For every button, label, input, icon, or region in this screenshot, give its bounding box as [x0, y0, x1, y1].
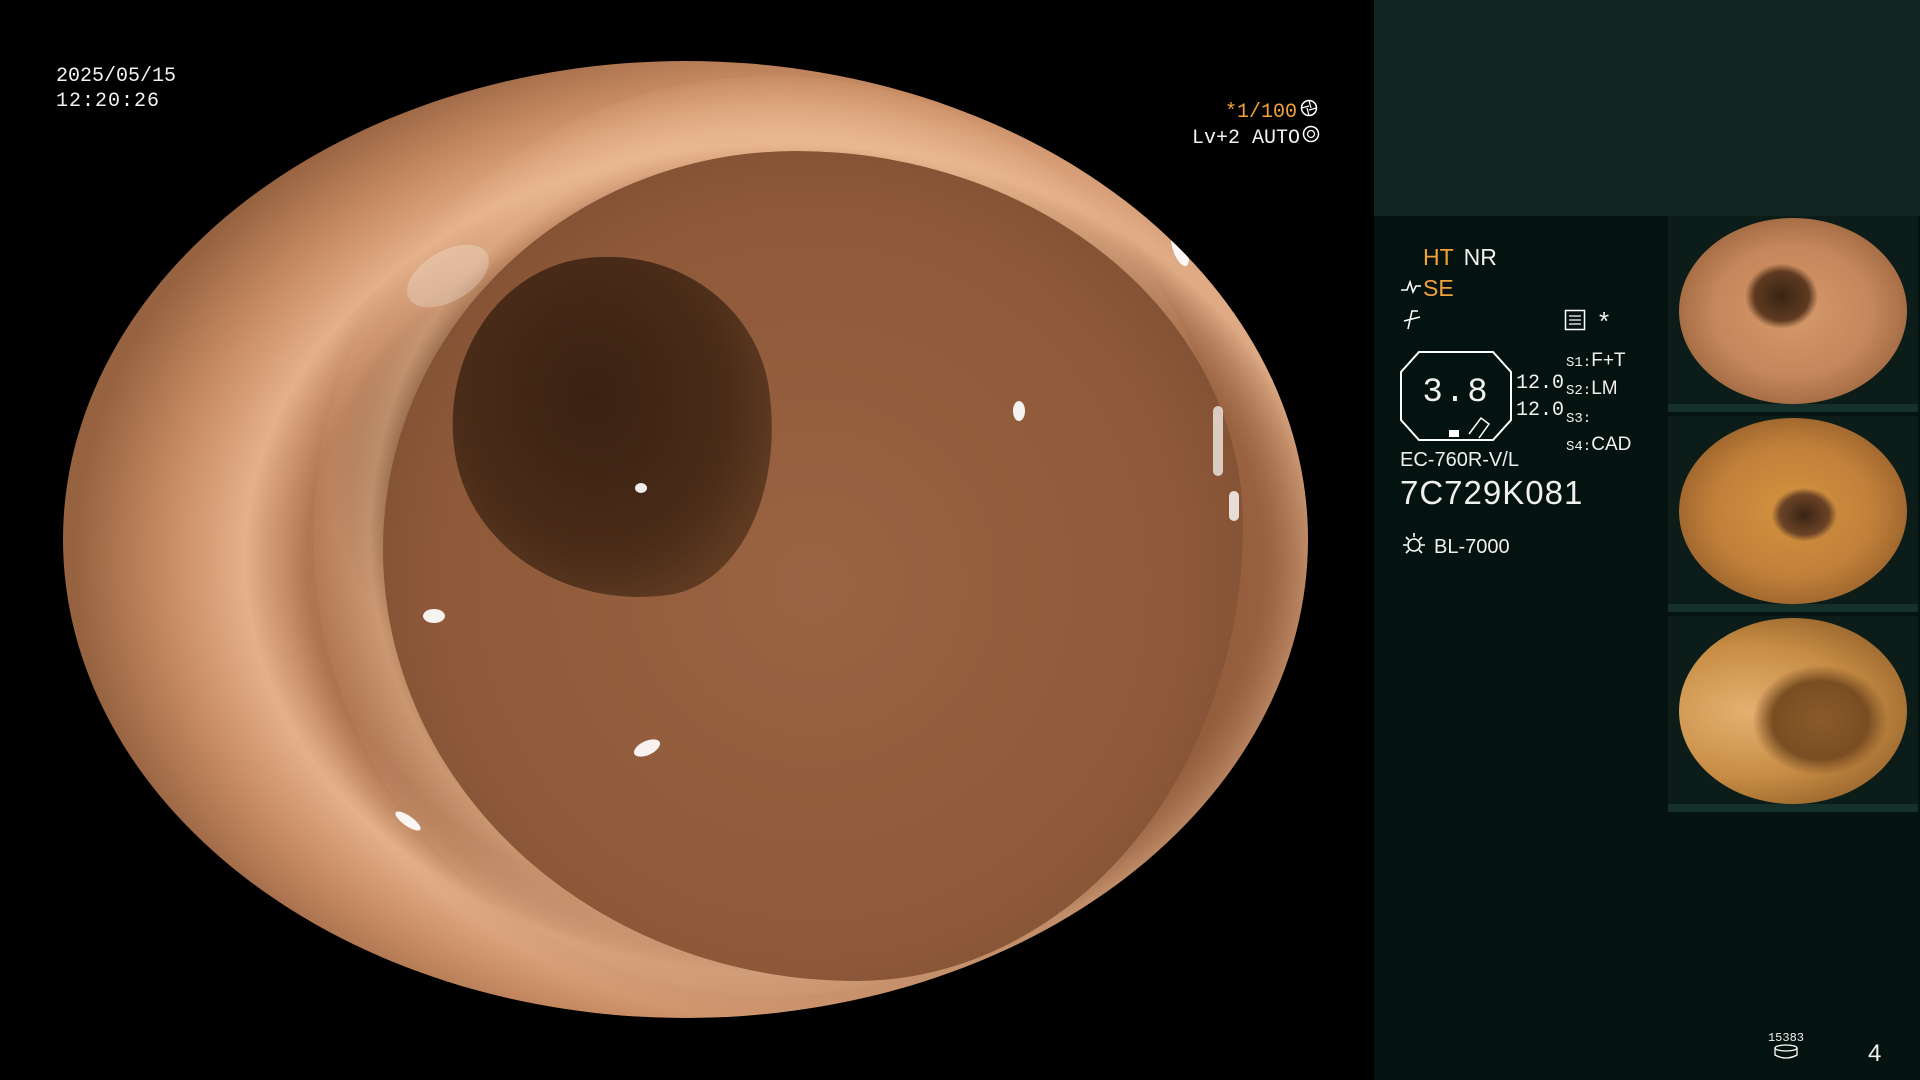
image-list-icon: [1564, 309, 1586, 336]
filter-icon: [1402, 309, 1422, 336]
thumbnail-1-bar: [1668, 404, 1918, 412]
thumbnail-2[interactable]: [1668, 416, 1918, 612]
time-label: 12:20:26: [56, 90, 161, 113]
specular-highlight: [423, 609, 445, 623]
zoom-value: 3.8: [1422, 374, 1490, 412]
view-mask-top: [0, 0, 1372, 61]
value-bottom: 12.0: [1516, 399, 1565, 422]
switch-s1: S1:F+T: [1566, 350, 1626, 371]
light-source-icon: [1400, 530, 1428, 564]
gear-icon: [1302, 125, 1320, 151]
light-source-row: BL-7000: [1400, 530, 1510, 564]
switch-s4: S4:CAD: [1566, 434, 1632, 455]
storage-indicator: 15383: [1766, 1032, 1806, 1065]
endoscope-view: [63, 61, 1308, 1018]
se-row: SE: [1400, 275, 1454, 302]
date-time: 2025/05/15 12:20:26: [56, 64, 176, 114]
level-label: Lv+2: [1192, 127, 1241, 150]
specular-highlight: [1167, 229, 1193, 269]
thumbnail-3[interactable]: [1668, 616, 1918, 812]
panel-header: [1374, 0, 1920, 216]
ht-label: HT: [1423, 244, 1454, 270]
nr-label: NR: [1463, 244, 1497, 270]
aperture-icon: [1300, 99, 1318, 125]
image-count: 4: [1868, 1040, 1882, 1067]
thumbnail-3-bar: [1668, 804, 1918, 812]
light-source-label: BL-7000: [1434, 535, 1510, 558]
ht-nr-row: HT NR: [1423, 244, 1497, 271]
scope-serial: 7C729K081: [1400, 474, 1584, 511]
specular-highlight: [1013, 401, 1025, 421]
shutter-label: *1/100: [1224, 101, 1297, 124]
specular-highlight: [635, 483, 647, 493]
specular-highlight: [1229, 491, 1239, 521]
value-column: 12.0 12.0: [1516, 370, 1564, 424]
switch-s2: S2:LM: [1566, 378, 1618, 399]
curve-icon: [1400, 275, 1422, 302]
value-top: 12.0: [1516, 372, 1565, 395]
exposure-info: *1/100 Lv+2 AUTO: [1192, 99, 1320, 151]
storage-count: 15383: [1767, 1031, 1804, 1045]
se-label: SE: [1423, 275, 1454, 301]
zoom-indicator: 3.8: [1399, 350, 1513, 442]
specular-highlight: [1213, 406, 1223, 476]
mode-label: AUTO: [1252, 127, 1301, 150]
thumbnail-2-bar: [1668, 604, 1918, 612]
date-label: 2025/05/15: [56, 65, 177, 88]
scope-model: EC-760R-V/L: [1400, 449, 1519, 471]
switch-assignments: S1:F+T S2:LM S3: S4:CAD: [1566, 348, 1631, 460]
thumbnail-1[interactable]: [1668, 216, 1918, 412]
view-mask-bottom: [0, 1018, 1372, 1080]
switch-s3: S3:: [1566, 411, 1592, 427]
disk-icon: [1773, 1044, 1799, 1064]
asterisk-label: *: [1599, 306, 1610, 336]
